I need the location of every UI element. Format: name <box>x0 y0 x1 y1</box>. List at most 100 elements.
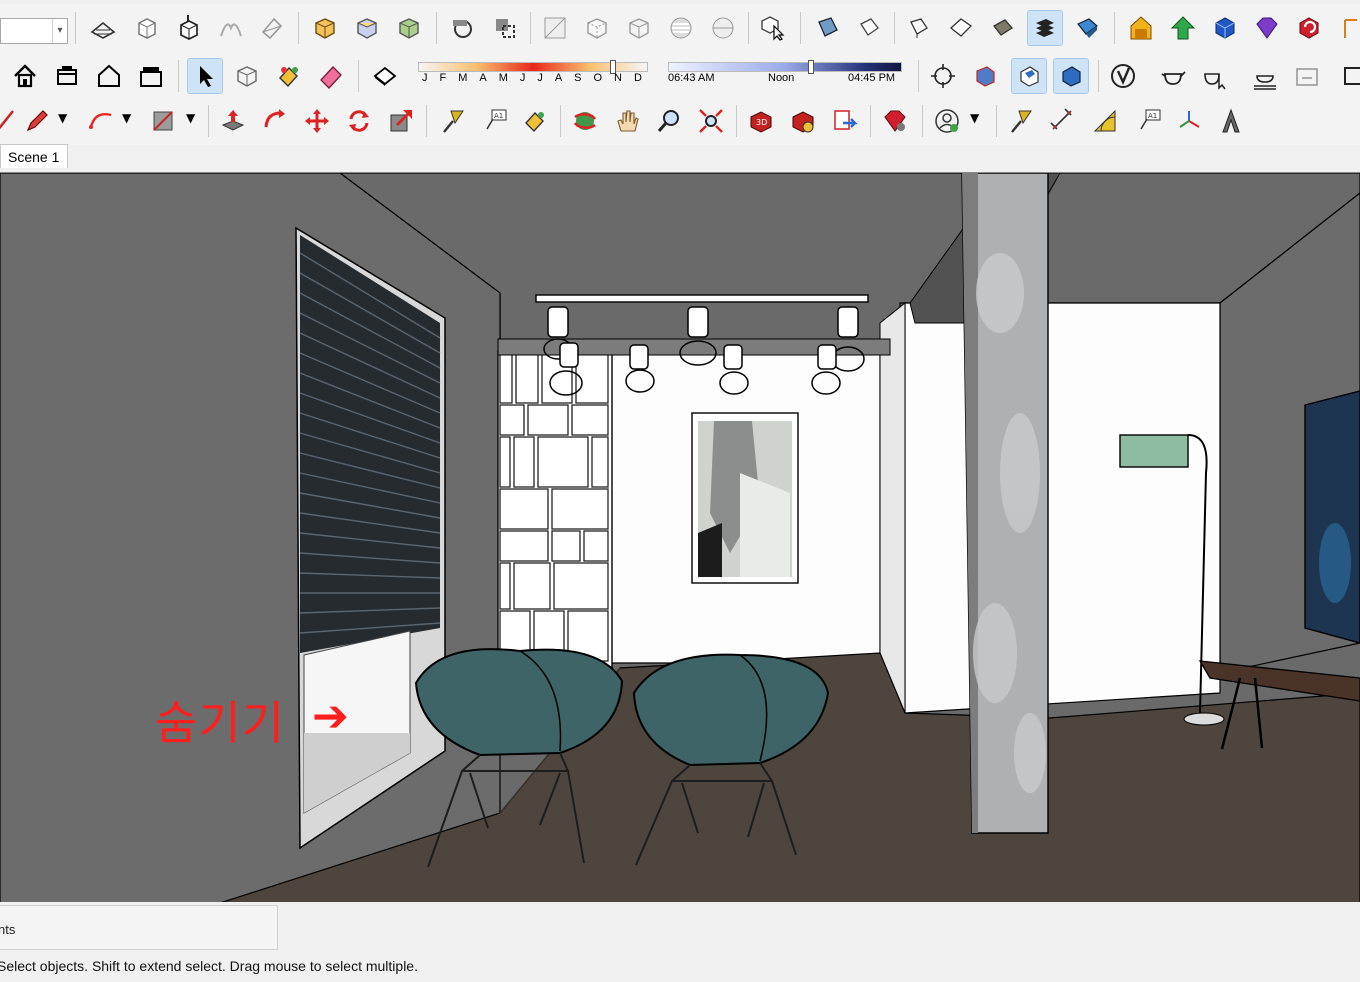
teapot-render-icon[interactable] <box>1156 59 1190 93</box>
xray-style-icon[interactable] <box>538 11 572 45</box>
paint-bucket-icon[interactable] <box>272 59 306 93</box>
model-viewport[interactable]: 숨기기 ➔ <box>0 172 1360 903</box>
line-tool-icon[interactable] <box>0 104 22 138</box>
rotate-tool-icon[interactable] <box>342 104 376 138</box>
axes-tool-icon[interactable] <box>1172 104 1206 138</box>
annotation-hide-label: 숨기기 <box>155 696 285 750</box>
month-slider[interactable]: J F M A M J J A S O N D <box>418 60 648 90</box>
rectangle-tool-icon[interactable] <box>146 104 180 138</box>
push-pull-icon[interactable] <box>216 104 250 138</box>
style-paint-icon[interactable] <box>368 59 402 93</box>
3d-warehouse-get-icon[interactable]: 3D <box>744 104 778 138</box>
time-slider[interactable]: 06:43 AM Noon 04:45 PM <box>668 60 902 90</box>
section-cut-icon[interactable] <box>1053 58 1089 94</box>
protractor-icon[interactable] <box>1088 104 1122 138</box>
layer-combo[interactable]: ▾ <box>0 18 68 44</box>
text-tool-icon[interactable]: A1 <box>1132 104 1166 138</box>
extension-manager-icon[interactable] <box>1292 11 1326 45</box>
move-tool-icon[interactable] <box>300 104 334 138</box>
smoove-icon[interactable] <box>214 11 248 45</box>
make-component-icon[interactable] <box>230 59 264 93</box>
status-message: Select objects. Shift to extend select. … <box>0 958 418 974</box>
layers-stack-icon[interactable] <box>1027 10 1063 46</box>
home-icon[interactable] <box>8 59 42 93</box>
solid-union-icon[interactable] <box>392 11 426 45</box>
section-plane-icon[interactable] <box>968 59 1002 93</box>
wireframe-icon[interactable] <box>622 11 656 45</box>
solid-intersect-icon[interactable] <box>350 11 384 45</box>
house-side-icon[interactable] <box>134 59 168 93</box>
toolbar-row-3: ▼ ▼ ▼ A1 3D ▼ A1 <box>0 97 1360 145</box>
scale-tool-icon[interactable] <box>384 104 418 138</box>
extension-warehouse-icon[interactable] <box>1208 11 1242 45</box>
shaded-icon[interactable] <box>706 11 740 45</box>
account-icon[interactable] <box>930 104 964 138</box>
3d-text-icon[interactable] <box>1214 104 1248 138</box>
outer-shell-icon[interactable] <box>488 11 522 45</box>
month-label: J <box>422 72 428 84</box>
send-to-layout-icon[interactable] <box>828 104 862 138</box>
arc-tool-icon[interactable] <box>84 104 118 138</box>
frame-buffer-icon[interactable] <box>1248 59 1282 93</box>
ruby-gem-icon[interactable] <box>1250 11 1284 45</box>
iso-view-icon[interactable] <box>810 11 844 45</box>
vray-logo-icon[interactable] <box>1106 59 1140 93</box>
time-end-label: 04:45 PM <box>848 72 896 84</box>
month-label: A <box>554 72 563 84</box>
sandbox-from-contours-icon[interactable] <box>86 11 120 45</box>
zoom-icon[interactable] <box>652 104 686 138</box>
chevron-down-icon[interactable]: ▼ <box>122 111 131 125</box>
interactive-render-icon[interactable] <box>1198 59 1232 93</box>
orbit-icon[interactable] <box>568 104 602 138</box>
ruby-console-icon[interactable] <box>878 104 912 138</box>
month-label: A <box>479 72 487 84</box>
month-label: S <box>574 72 582 84</box>
front-view-icon[interactable] <box>902 11 936 45</box>
back-edges-icon[interactable] <box>580 11 614 45</box>
section-display-icon[interactable] <box>1011 58 1047 94</box>
scene-tab-1[interactable]: Scene 1 <box>0 144 68 168</box>
follow-me-icon[interactable] <box>258 104 292 138</box>
chevron-down-icon[interactable]: ▼ <box>58 111 67 125</box>
house-front-icon[interactable] <box>92 59 126 93</box>
target-camera-icon[interactable] <box>926 59 960 93</box>
paint-bucket-icon[interactable] <box>518 104 552 138</box>
month-label: J <box>519 72 526 84</box>
chevron-down-icon[interactable]: ▼ <box>186 111 195 125</box>
component-select-icon[interactable] <box>756 11 790 45</box>
eraser-icon[interactable] <box>314 59 348 93</box>
tape-measure-icon[interactable] <box>436 104 470 138</box>
pan-hand-icon[interactable] <box>610 104 644 138</box>
measurements-input[interactable] <box>80 909 276 947</box>
sandbox-box-icon[interactable] <box>130 11 164 45</box>
intersect-faces-icon[interactable] <box>446 11 480 45</box>
house-top-icon[interactable] <box>50 59 84 93</box>
warehouse-icon[interactable] <box>1124 11 1158 45</box>
zoom-extents-icon[interactable] <box>694 104 728 138</box>
pencil-icon[interactable] <box>20 104 54 138</box>
back-view-icon[interactable] <box>986 11 1020 45</box>
select-tool-icon[interactable] <box>187 58 223 94</box>
stamp-box-icon[interactable] <box>172 11 206 45</box>
hidden-line-icon[interactable] <box>664 11 698 45</box>
solid-shell-icon[interactable] <box>308 11 342 45</box>
time-start-label: 06:43 AM <box>668 72 715 84</box>
dimension-icon[interactable] <box>1046 104 1080 138</box>
share-model-icon[interactable] <box>1166 11 1200 45</box>
chevron-down-icon[interactable]: ▼ <box>970 111 979 125</box>
month-label: F <box>439 72 447 84</box>
flip-edge-icon[interactable] <box>255 11 289 45</box>
extension-warehouse-icon[interactable] <box>786 104 820 138</box>
overflow-icon[interactable] <box>1332 59 1360 93</box>
tape-measure-icon[interactable] <box>1004 104 1038 138</box>
time-slider-thumb[interactable] <box>808 60 814 74</box>
shadow-toggle-icon[interactable] <box>1070 11 1104 45</box>
render-cloud-icon[interactable] <box>1290 59 1324 93</box>
chevron-down-icon[interactable]: ▾ <box>52 19 67 43</box>
month-label: D <box>633 72 642 84</box>
scene-render <box>0 173 1360 903</box>
right-view-icon[interactable] <box>944 11 978 45</box>
top-view-icon[interactable] <box>852 11 886 45</box>
overflow-icon[interactable] <box>1334 11 1360 45</box>
text-tool-icon[interactable]: A1 <box>478 104 512 138</box>
